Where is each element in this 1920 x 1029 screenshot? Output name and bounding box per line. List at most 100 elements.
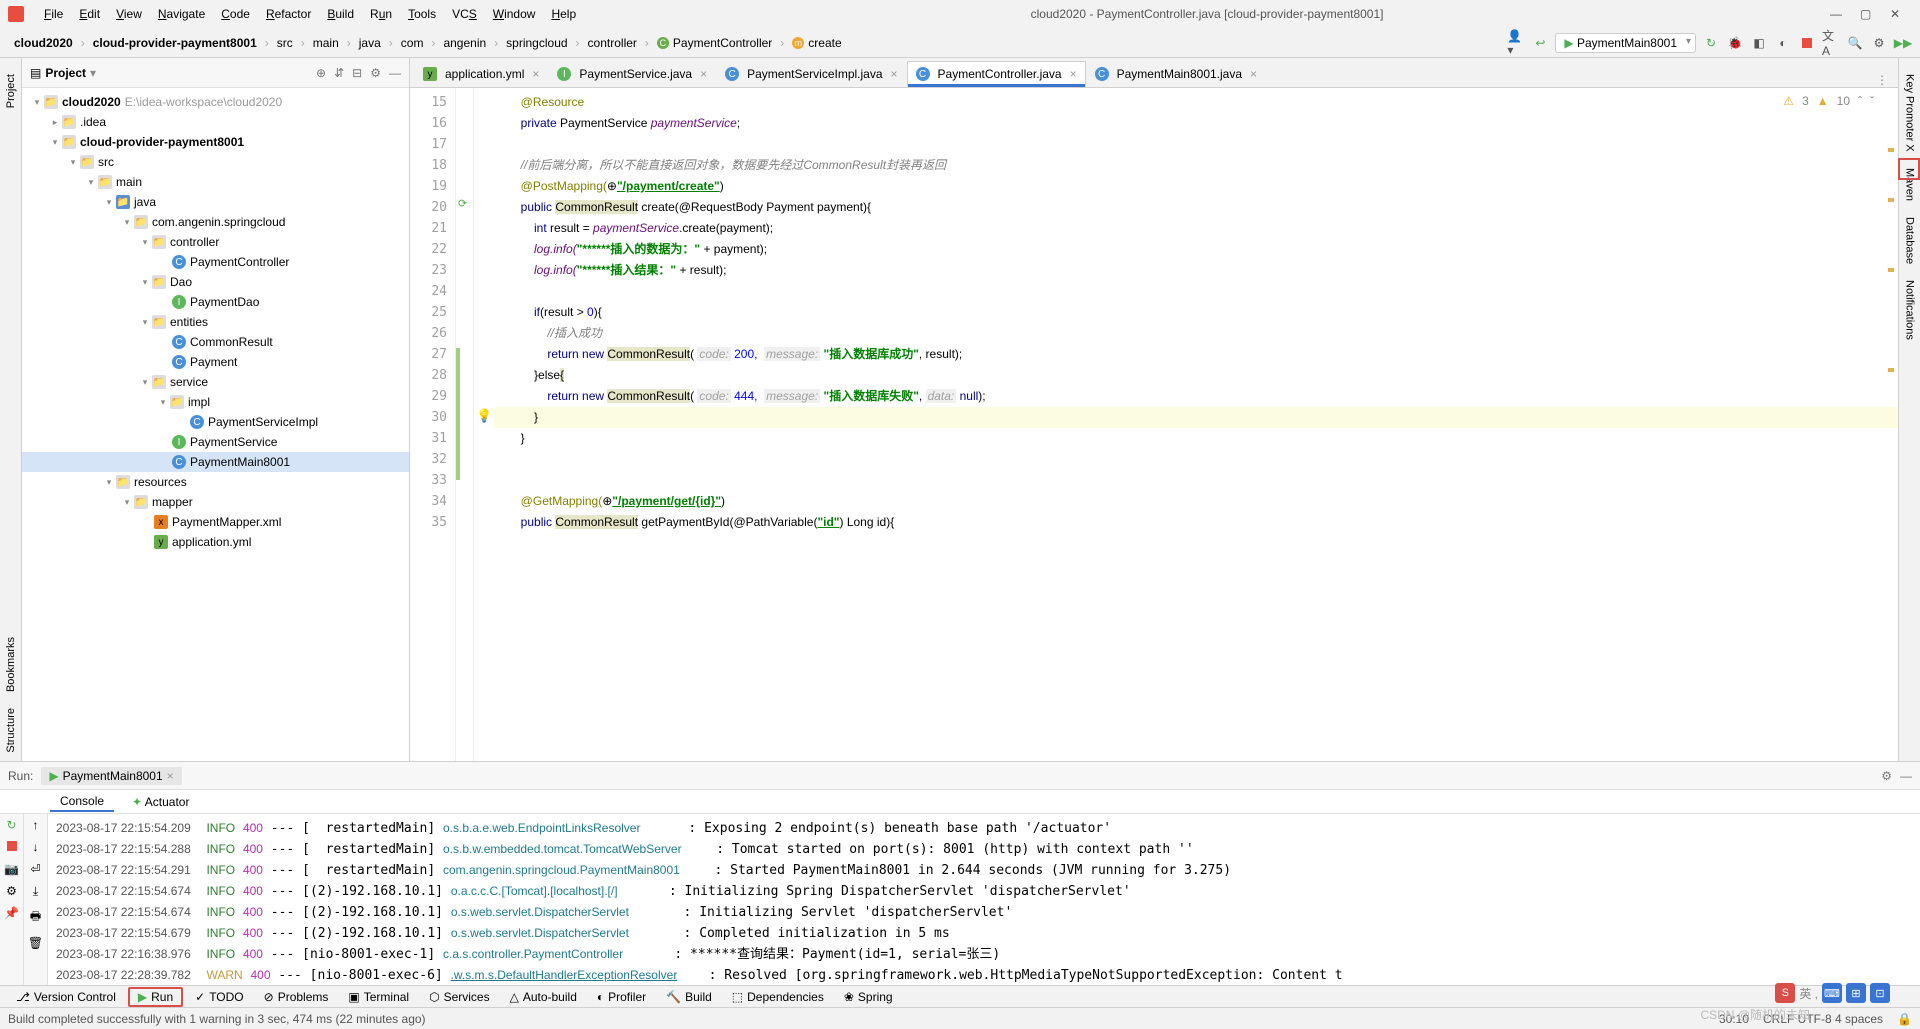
btab-dependencies[interactable]: ⬚ Dependencies: [724, 989, 832, 1005]
menu-tools[interactable]: Tools: [400, 7, 444, 21]
crumb-main[interactable]: main: [307, 34, 345, 52]
actuator-tab[interactable]: ✦ Actuator: [122, 793, 199, 811]
btab-run[interactable]: ▶Run: [128, 987, 183, 1007]
up-icon[interactable]: ↑: [33, 818, 39, 832]
expand-icon[interactable]: ⇵: [334, 66, 344, 80]
editor-body[interactable]: 1516171819202122232425262728293031323334…: [410, 88, 1898, 761]
error-stripe-mark[interactable]: [1888, 268, 1894, 272]
layout-icon[interactable]: 📷: [4, 862, 19, 876]
error-stripe-mark[interactable]: [1888, 368, 1894, 372]
btab-build[interactable]: 🔨 Build: [658, 989, 720, 1005]
close-icon[interactable]: ×: [1070, 67, 1077, 81]
stop-icon[interactable]: [7, 840, 17, 854]
translate-icon[interactable]: 文A: [1822, 34, 1840, 52]
menu-vcs[interactable]: VCS: [444, 7, 485, 21]
btab-autobuild[interactable]: △ Auto-build: [502, 989, 585, 1005]
project-tree[interactable]: ▾📁cloud2020E:\idea-workspace\cloud2020 ▸…: [22, 88, 409, 761]
wrap-icon[interactable]: ⏎: [30, 862, 40, 876]
btab-terminal[interactable]: ▣ Terminal: [340, 989, 417, 1005]
menu-navigate[interactable]: Navigate: [150, 7, 213, 21]
settings-icon[interactable]: ⚙: [6, 884, 17, 898]
rerun-icon[interactable]: ↻: [6, 818, 16, 832]
menu-refactor[interactable]: Refactor: [258, 7, 319, 21]
menu-run[interactable]: Run: [362, 7, 400, 21]
search-icon[interactable]: 🔍: [1846, 34, 1864, 52]
minimize-icon[interactable]: —: [1830, 7, 1844, 21]
crumb-method[interactable]: mcreate: [786, 34, 847, 52]
btab-profiler[interactable]: ◐ Profiler: [589, 989, 654, 1005]
coverage-icon[interactable]: ◧: [1750, 34, 1768, 52]
menu-edit[interactable]: Edit: [71, 7, 108, 21]
debug-icon[interactable]: 🐞: [1726, 34, 1744, 52]
hide-icon[interactable]: —: [389, 66, 401, 80]
close-icon[interactable]: ✕: [1890, 7, 1904, 21]
settings-icon[interactable]: ⚙: [1870, 34, 1888, 52]
print-icon[interactable]: 🖶: [30, 907, 41, 928]
error-stripe-mark[interactable]: [1888, 198, 1894, 202]
tab-payment-service[interactable]: IPaymentService.java×: [548, 61, 716, 87]
menu-file[interactable]: File: [36, 7, 71, 21]
lock-icon[interactable]: 🔒: [1897, 1012, 1912, 1026]
stripe-notifications[interactable]: Notifications: [1904, 272, 1916, 348]
down-icon[interactable]: ↓: [33, 840, 39, 854]
menu-code[interactable]: Code: [213, 7, 258, 21]
run-tab[interactable]: ▶PaymentMain8001×: [41, 767, 181, 785]
pin-icon[interactable]: 📌: [4, 906, 19, 920]
stop-icon[interactable]: [1798, 34, 1816, 52]
intention-bulb-icon[interactable]: 💡: [476, 408, 492, 424]
project-title[interactable]: Project: [45, 66, 86, 80]
hide-icon[interactable]: —: [1900, 769, 1912, 783]
profile-icon[interactable]: ◐: [1774, 34, 1792, 52]
menu-help[interactable]: Help: [543, 7, 584, 21]
ime-key-icon[interactable]: ⌨: [1822, 983, 1842, 1003]
tab-application-yml[interactable]: yapplication.yml×: [414, 61, 548, 87]
menu-build[interactable]: Build: [319, 7, 362, 21]
user-icon[interactable]: 👤▾: [1507, 34, 1525, 52]
clear-icon[interactable]: 🗑: [28, 936, 43, 950]
run-config-selector[interactable]: ▶ PaymentMain8001: [1555, 33, 1696, 53]
error-stripe-mark[interactable]: [1888, 148, 1894, 152]
ime-logo-icon[interactable]: S: [1775, 983, 1795, 1003]
ime-tool-icon[interactable]: ⊞: [1846, 983, 1866, 1003]
stripe-database[interactable]: Database: [1904, 209, 1916, 272]
scroll-icon[interactable]: ⤓: [33, 884, 38, 899]
stripe-bookmarks[interactable]: Bookmarks: [5, 629, 17, 700]
crumb-java[interactable]: java: [353, 34, 387, 52]
ime-lang[interactable]: 英 ,: [1799, 985, 1818, 1002]
crumb-src[interactable]: src: [271, 34, 299, 52]
btab-spring[interactable]: ❀ Spring: [836, 989, 901, 1005]
gear-icon[interactable]: ⚙: [1881, 769, 1892, 783]
crumb-controller[interactable]: controller: [582, 34, 643, 52]
select-opened-icon[interactable]: ⊕: [316, 66, 326, 80]
console-output[interactable]: 2023-08-17 22:15:54.209 INFO 400 --- [ r…: [48, 814, 1920, 985]
stripe-keypromoter[interactable]: Key Promoter X: [1904, 66, 1916, 160]
run-icon[interactable]: ↻: [1702, 34, 1720, 52]
close-icon[interactable]: ×: [891, 67, 898, 81]
crumb-angenin[interactable]: angenin: [437, 34, 492, 52]
run-anything-icon[interactable]: ▶▶: [1894, 34, 1912, 52]
btab-services[interactable]: ⬡ Services: [421, 989, 498, 1005]
tab-payment-main[interactable]: CPaymentMain8001.java×: [1086, 61, 1266, 87]
btab-vcs[interactable]: ⎇ Version Control: [8, 989, 124, 1005]
btab-problems[interactable]: ⊘ Problems: [256, 989, 337, 1005]
stripe-structure[interactable]: Structure: [5, 700, 17, 761]
crumb-root[interactable]: cloud2020: [8, 34, 79, 52]
tabs-more-icon[interactable]: ⋮: [1866, 73, 1898, 87]
menu-window[interactable]: Window: [485, 7, 544, 21]
stripe-project[interactable]: Project: [5, 66, 17, 116]
btab-todo[interactable]: ✓ TODO: [187, 989, 252, 1005]
crumb-class[interactable]: CPaymentController: [651, 34, 778, 52]
console-tab[interactable]: Console: [50, 792, 114, 812]
crumb-springcloud[interactable]: springcloud: [500, 34, 573, 52]
close-icon[interactable]: ×: [532, 67, 539, 81]
run-gutter-icon[interactable]: ⟳: [458, 197, 467, 210]
menu-view[interactable]: View: [108, 7, 150, 21]
crumb-com[interactable]: com: [395, 34, 430, 52]
gear-icon[interactable]: ⚙: [370, 66, 381, 80]
close-icon[interactable]: ×: [700, 67, 707, 81]
tab-payment-controller[interactable]: CPaymentController.java×: [907, 61, 1086, 87]
back-icon[interactable]: ↩: [1531, 34, 1549, 52]
crumb-module[interactable]: cloud-provider-payment8001: [87, 34, 263, 52]
close-icon[interactable]: ×: [1250, 67, 1257, 81]
code-editor[interactable]: @Resource private PaymentService payment…: [474, 88, 1898, 761]
